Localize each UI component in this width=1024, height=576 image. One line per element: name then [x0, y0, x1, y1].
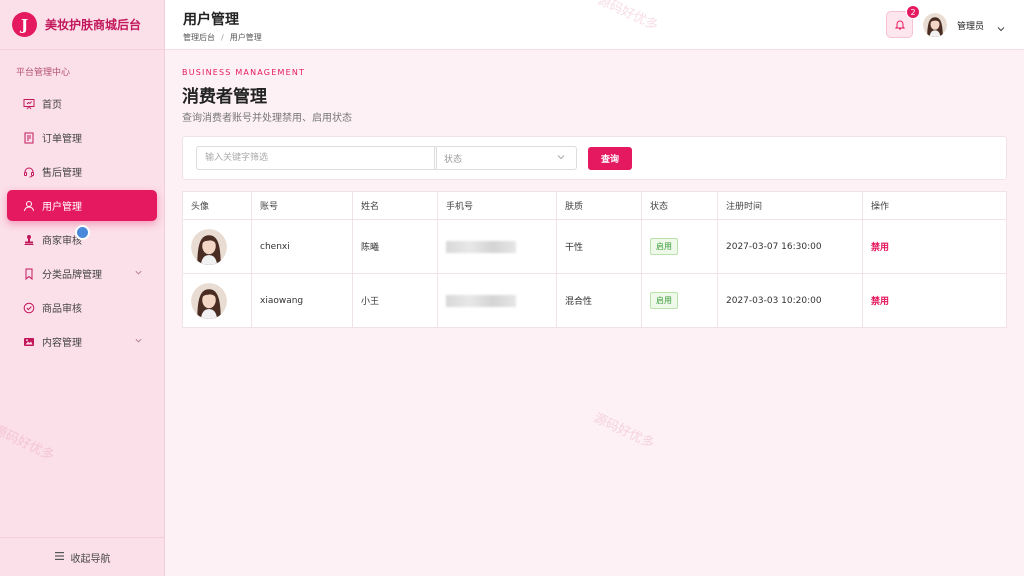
column-header: 操作	[862, 191, 1007, 220]
sidebar-item-content[interactable]: 内容管理	[7, 326, 157, 357]
avatar	[191, 283, 227, 319]
breadcrumb-item-home[interactable]: 管理后台	[183, 33, 215, 42]
bookmark-icon	[23, 268, 35, 280]
status-cell: 启用	[641, 273, 718, 328]
breadcrumb-item-current: 用户管理	[229, 33, 262, 42]
avatar	[191, 229, 227, 265]
skin-cell: 干性	[556, 219, 642, 274]
phone-redacted	[446, 294, 516, 307]
bell-icon	[894, 15, 905, 34]
column-header: 头像	[182, 191, 252, 220]
disable-button[interactable]: 禁用	[871, 243, 889, 253]
brand[interactable]: J 美妆护肤商城后台	[0, 0, 164, 50]
breadcrumb: 管理后台 / 用户管理	[183, 32, 262, 43]
sidebar: J 美妆护肤商城后台 平台管理中心 首页 订单管理 售后管理 用户管理 商家审核…	[0, 0, 165, 576]
column-header: 肤质	[556, 191, 642, 220]
column-header: 注册时间	[717, 191, 863, 220]
disable-button[interactable]: 禁用	[871, 297, 889, 307]
sidebar-item-category-brand[interactable]: 分类品牌管理	[7, 258, 157, 289]
page-title: 用户管理	[183, 12, 239, 28]
column-header: 手机号	[437, 191, 557, 220]
breadcrumb-separator: /	[221, 33, 224, 42]
sidebar-item-label: 用户管理	[42, 202, 82, 213]
status-select-value: 状态	[444, 154, 463, 165]
phone-redacted	[446, 240, 516, 253]
status-select[interactable]: 状态	[434, 146, 577, 170]
chevron-down-icon[interactable]	[996, 19, 1006, 38]
column-header: 姓名	[352, 191, 438, 220]
filter-bar: 状态 查询	[182, 136, 1007, 180]
stamp-icon	[23, 234, 35, 246]
section-eyebrow: BUSINESS MANAGEMENT	[182, 68, 306, 77]
table-row: chenxi 陈曦 干性 启用 2027-03-07 16:30:00 禁用	[182, 219, 1007, 274]
sidebar-section-label: 平台管理中心	[16, 68, 71, 78]
status-badge: 启用	[650, 292, 678, 309]
action-cell: 禁用	[862, 273, 1007, 328]
name-cell: 小王	[352, 273, 438, 328]
table-row: xiaowang 小王 混合性 启用 2027-03-03 10:20:00 禁…	[182, 273, 1007, 328]
brand-name: 美妆护肤商城后台	[45, 18, 142, 32]
section-subheading: 查询消费者账号并处理禁用、启用状态	[182, 113, 352, 124]
sidebar-item-home[interactable]: 首页	[7, 88, 157, 119]
status-badge: 启用	[650, 238, 678, 255]
notification-badge: 2	[906, 5, 920, 19]
check-circle-icon	[23, 302, 35, 314]
consumer-table: 头像 账号 姓名 手机号 肤质 状态 注册时间 操作 chenxi 陈曦 干性 …	[182, 191, 1007, 328]
phone-cell	[437, 273, 557, 328]
column-header: 状态	[641, 191, 718, 220]
sidebar-item-label: 分类品牌管理	[42, 270, 102, 281]
action-cell: 禁用	[862, 219, 1007, 274]
sidebar-item-label: 订单管理	[42, 134, 82, 145]
topbar: 用户管理 管理后台 / 用户管理 2 管理员	[165, 0, 1024, 50]
admin-avatar[interactable]	[923, 13, 947, 37]
menu-icon	[54, 551, 64, 563]
main-content: BUSINESS MANAGEMENT 消费者管理 查询消费者账号并处理禁用、启…	[165, 50, 1024, 576]
account-cell: xiaowang	[251, 273, 353, 328]
section-heading: 消费者管理	[182, 87, 267, 107]
image-icon	[23, 336, 35, 348]
chevron-down-icon	[134, 268, 143, 280]
chart-board-icon	[23, 98, 35, 110]
name-cell: 陈曦	[352, 219, 438, 274]
headset-icon	[23, 166, 35, 178]
avatar-cell	[182, 273, 252, 328]
sidebar-item-product-review[interactable]: 商品审核	[7, 292, 157, 323]
sidebar-item-orders[interactable]: 订单管理	[7, 122, 157, 153]
admin-name[interactable]: 管理员	[957, 19, 984, 32]
query-button[interactable]: 查询	[588, 147, 632, 170]
account-cell: chenxi	[251, 219, 353, 274]
brand-logo: J	[12, 12, 37, 37]
sidebar-item-label: 首页	[42, 100, 62, 111]
column-header: 账号	[251, 191, 353, 220]
document-icon	[23, 132, 35, 144]
sidebar-item-label: 商品审核	[42, 304, 82, 315]
keyword-input[interactable]	[196, 146, 437, 170]
user-icon	[23, 200, 35, 212]
sidebar-item-label: 内容管理	[42, 338, 82, 349]
cursor-indicator	[75, 225, 90, 240]
collapse-nav-label: 收起导航	[70, 553, 111, 565]
registered-cell: 2027-03-07 16:30:00	[717, 219, 863, 274]
collapse-nav-button[interactable]: 收起导航	[0, 537, 165, 576]
status-cell: 启用	[641, 219, 718, 274]
avatar-cell	[182, 219, 252, 274]
sidebar-item-after-sales[interactable]: 售后管理	[7, 156, 157, 187]
phone-cell	[437, 219, 557, 274]
chevron-down-icon	[556, 152, 566, 165]
chevron-down-icon	[134, 336, 143, 348]
skin-cell: 混合性	[556, 273, 642, 328]
sidebar-item-users[interactable]: 用户管理	[7, 190, 157, 221]
sidebar-item-label: 售后管理	[42, 168, 82, 179]
registered-cell: 2027-03-03 10:20:00	[717, 273, 863, 328]
table-header-row: 头像 账号 姓名 手机号 肤质 状态 注册时间 操作	[182, 191, 1007, 220]
